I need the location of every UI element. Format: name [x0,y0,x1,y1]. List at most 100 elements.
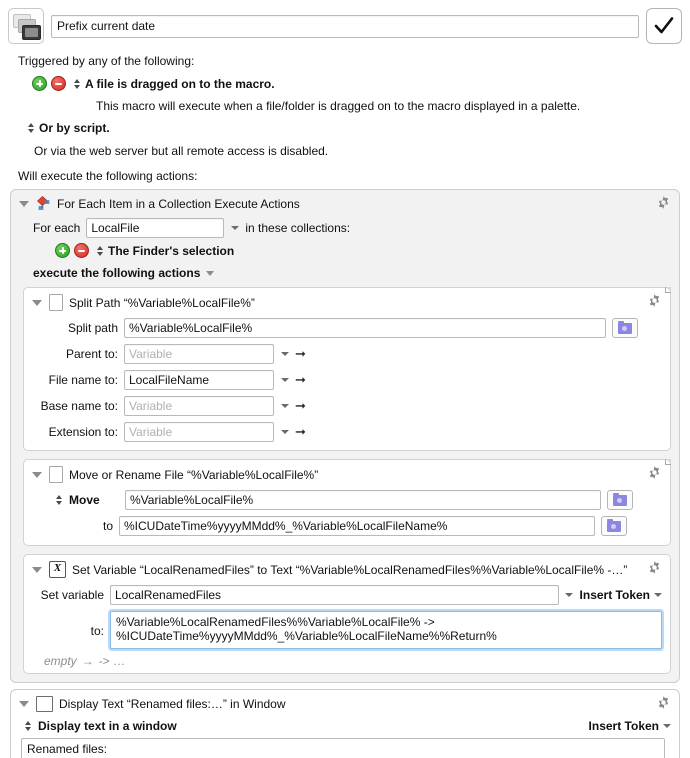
display-mode-row: Display text in a window Insert Token [11,716,679,736]
remove-circle-icon[interactable] [51,76,66,91]
up-down-stepper-icon[interactable] [95,244,104,257]
disclosure-triangle-icon[interactable] [32,471,42,478]
disclosure-triangle-icon[interactable] [19,200,29,207]
split-path-header[interactable]: Split Path “%Variable%LocalFile%” [24,288,670,315]
chevron-down-icon[interactable] [280,399,289,413]
window-icon [36,696,53,712]
insert-token-button[interactable]: Insert Token [580,588,662,602]
disclosure-triangle-icon[interactable] [32,566,42,573]
checkmark-icon[interactable] [646,8,682,44]
arrow-right-icon: ➞ [295,372,306,387]
move-source-input[interactable]: %Variable%LocalFile% [125,490,601,510]
file-name-to-input[interactable]: LocalFileName [124,370,274,390]
chevron-down-icon[interactable] [280,347,289,361]
insert-token-button[interactable]: Insert Token [589,719,671,733]
folder-picker-icon[interactable] [601,516,627,536]
remove-circle-icon[interactable] [74,243,89,258]
action-move-rename[interactable]: Move or Rename File “%Variable%LocalFile… [23,459,671,546]
execute-actions-row: execute the following actions [11,258,679,282]
trigger-row: A file is dragged on to the macro. [32,76,680,91]
action-set-variable[interactable]: X Set Variable “LocalRenamedFiles” to Te… [23,554,671,674]
display-text-header[interactable]: Display Text “Renamed files:…” in Window [11,690,679,716]
disclosure-triangle-icon[interactable] [206,270,215,276]
arrow-right-icon: ➞ [295,346,306,361]
display-mode-label[interactable]: Display text in a window [38,719,177,733]
set-variable-header[interactable]: X Set Variable “LocalRenamedFiles” to Te… [24,555,670,582]
move-source-row: Move %Variable%LocalFile% [24,487,670,513]
chevron-down-icon[interactable] [662,719,671,733]
preview-result: -> … [98,654,126,668]
gear-icon[interactable] [647,465,662,480]
for-each-header[interactable]: For Each Item in a Collection Execute Ac… [11,190,679,215]
gear-icon[interactable] [656,695,671,710]
disclosure-triangle-icon[interactable] [19,701,29,707]
execute-actions-label: execute the following actions [33,266,201,280]
add-circle-icon[interactable] [32,76,47,91]
folder-picker-icon[interactable] [607,490,633,510]
up-down-stepper-icon[interactable] [26,122,35,135]
base-name-to-input[interactable]: Variable [124,396,274,416]
parent-to-input[interactable]: Variable [124,344,274,364]
macro-editor: Prefix current date Triggered by any of … [0,0,690,758]
web-server-note: Or via the web server but all remote acc… [34,144,329,158]
display-text-textarea[interactable]: Renamed files: %Variable%LocalRenamedFil… [21,738,665,758]
up-down-stepper-icon[interactable] [23,720,32,733]
for-each-collection-icon [36,196,51,211]
set-variable-to-label: to: [90,624,104,638]
gear-icon[interactable] [656,195,671,210]
preview-empty-label: empty [44,654,77,668]
set-variable-row: Set variable LocalRenamedFiles Insert To… [24,582,670,608]
parent-to-row: Parent to: Variable ➞ [24,341,670,367]
for-each-label: For each [33,221,81,235]
extension-to-input[interactable]: Variable [124,422,274,442]
gear-icon[interactable] [647,293,662,308]
file-name-to-label: File name to: [48,373,118,387]
gear-icon[interactable] [647,560,662,575]
for-each-title: For Each Item in a Collection Execute Ac… [57,196,300,211]
macro-stack-icon[interactable] [8,8,44,44]
trigger-description: This macro will execute when a file/fold… [96,99,581,113]
parent-to-label: Parent to: [65,347,118,361]
move-dest-input[interactable]: %ICUDateTime%yyyyMMdd%_%Variable%LocalFi… [119,516,595,536]
trigger-row: Or by script. [24,121,680,135]
set-variable-input[interactable]: LocalRenamedFiles [110,585,559,605]
set-variable-textarea[interactable]: %Variable%LocalRenamedFiles%%Variable%Lo… [110,611,662,649]
display-text-title: Display Text “Renamed files:…” in Window [59,697,286,711]
action-split-path[interactable]: Split Path “%Variable%LocalFile%” Split … [23,287,671,451]
chevron-down-icon[interactable] [280,425,289,439]
chevron-down-icon[interactable] [230,221,239,235]
for-each-variable-row: For each LocalFile in these collections: [11,215,679,241]
document-icon [49,294,63,311]
insert-token-label: Insert Token [588,719,659,733]
move-operation-label[interactable]: Move [69,493,119,507]
split-path-row: Split path %Variable%LocalFile% [24,315,670,341]
trigger-label[interactable]: A file is dragged on to the macro. [85,77,275,91]
add-circle-icon[interactable] [55,243,70,258]
action-for-each[interactable]: For Each Item in a Collection Execute Ac… [10,189,680,683]
macro-title-input[interactable]: Prefix current date [51,14,639,38]
trigger-label[interactable]: Or by script. [39,121,110,135]
set-variable-text-row: to: %Variable%LocalRenamedFiles%%Variabl… [24,608,670,652]
up-down-stepper-icon[interactable] [54,494,63,507]
split-path-label: Split path [67,321,118,335]
move-rename-title: Move or Rename File “%Variable%LocalFile… [69,467,319,482]
actions-heading: Will execute the following actions: [18,169,198,183]
set-variable-x-icon: X [49,561,66,578]
extension-to-label: Extension to: [48,425,118,439]
arrow-right-icon: ➞ [295,398,306,413]
chevron-down-icon[interactable] [653,588,662,602]
split-path-input[interactable]: %Variable%LocalFile% [124,318,606,338]
action-display-text[interactable]: Display Text “Renamed files:…” in Window… [10,689,680,758]
triggers-section: Triggered by any of the following: A fil… [0,54,690,183]
disclosure-triangle-icon[interactable] [32,299,42,306]
chevron-down-icon[interactable] [565,588,574,602]
up-down-stepper-icon[interactable] [72,77,81,90]
move-rename-header[interactable]: Move or Rename File “%Variable%LocalFile… [24,460,670,487]
for-each-variable-input[interactable]: LocalFile [86,218,225,238]
collection-value[interactable]: The Finder's selection [108,244,234,258]
set-variable-title: Set Variable “LocalRenamedFiles” to Text… [72,562,628,577]
folder-picker-icon[interactable] [612,318,638,338]
triggers-heading: Triggered by any of the following: [18,54,195,68]
macro-header: Prefix current date [0,0,690,44]
chevron-down-icon[interactable] [280,373,289,387]
